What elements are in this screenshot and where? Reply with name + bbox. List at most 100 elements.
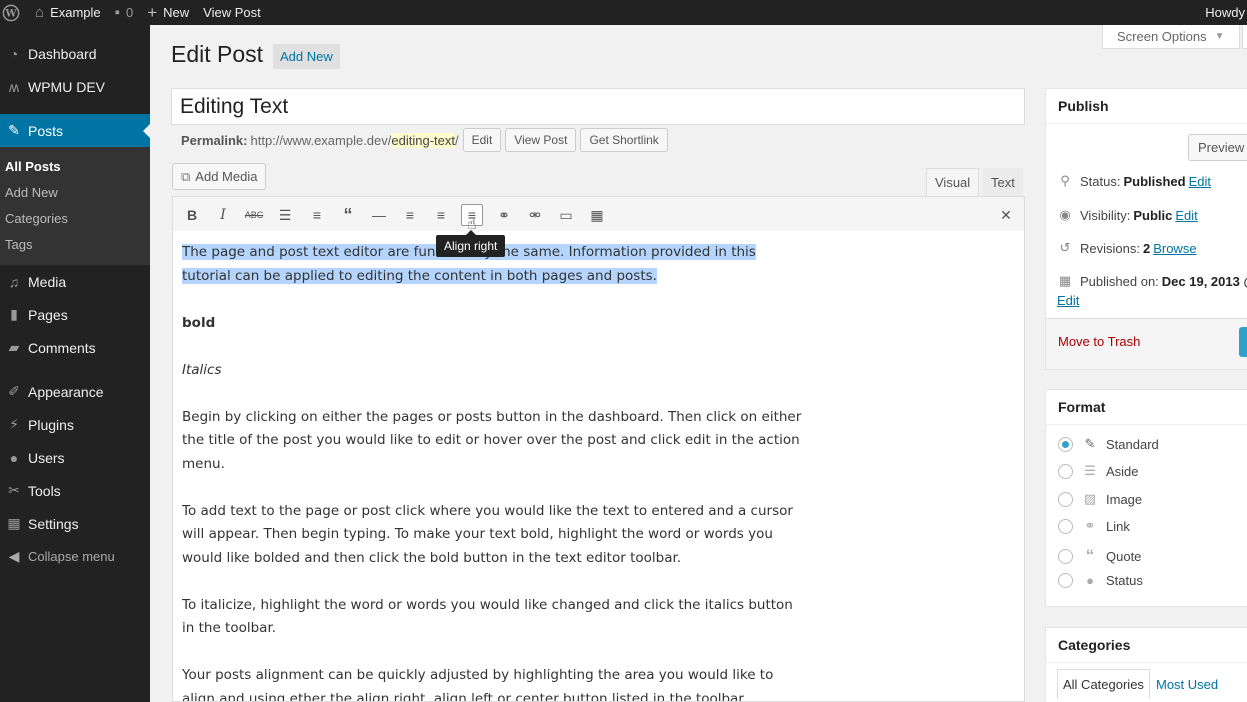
align-left-icon[interactable]: ≡ [399, 204, 421, 226]
visibility-value: Public [1133, 207, 1173, 223]
pushpin-icon: ✎ [8, 122, 20, 138]
bulleted-list-icon[interactable]: ☰ [274, 204, 296, 226]
pages-icon: ▮ [10, 306, 18, 322]
menu-media[interactable]: ♫ Media [0, 265, 150, 298]
menu-label: Appearance [28, 383, 104, 400]
permalink-slug[interactable]: editing-text [391, 132, 455, 148]
tab-visual[interactable]: Visual [926, 168, 980, 196]
edit-visibility-link[interactable]: Edit [1175, 208, 1197, 223]
menu-label: Tools [28, 482, 61, 499]
strikethrough-icon[interactable]: ABC [243, 204, 265, 226]
menu-label: Collapse menu [28, 549, 115, 564]
menu-plugins[interactable]: ⚡ Plugins [0, 408, 150, 441]
paragraph[interactable]: To add text to the page or post click wh… [182, 500, 802, 571]
view-post-link[interactable]: View Post [196, 0, 268, 25]
fullscreen-icon[interactable]: ✕ [995, 204, 1017, 226]
help-tab[interactable] [1242, 25, 1247, 49]
add-media-label: Add Media [195, 169, 258, 184]
menu-dashboard[interactable]: ◔ Dashboard [0, 37, 150, 70]
new-content-menu[interactable]: + New [140, 0, 196, 25]
menu-tools[interactable]: ✂ Tools [0, 474, 150, 507]
menu-users[interactable]: ● Users [0, 441, 150, 474]
radio-button[interactable] [1058, 463, 1073, 479]
collapse-arrow-icon: ◀ [8, 548, 20, 564]
howdy-account-menu[interactable]: Howdy [1198, 0, 1247, 25]
edit-date-link[interactable]: Edit [1057, 293, 1079, 308]
format-label: Quote [1106, 548, 1142, 564]
format-label: Status [1106, 573, 1143, 588]
menu-appearance[interactable]: ✐ Appearance [0, 375, 150, 408]
add-new-button[interactable]: Add New [273, 44, 340, 69]
insert-link-icon[interactable]: ⚭ [493, 204, 515, 226]
italic-icon[interactable]: I [212, 204, 234, 226]
tab-most-used[interactable]: Most Used [1156, 669, 1218, 699]
add-media-button[interactable]: ⧉ Add Media [172, 163, 267, 190]
menu-comments[interactable]: ▰ Comments [0, 331, 150, 364]
menu-label: Pages [28, 306, 68, 323]
comments-link[interactable]: ▪ 0 [108, 0, 141, 25]
pin-icon: ⚲ [1060, 173, 1070, 188]
bold-icon[interactable]: B [181, 204, 203, 226]
menu-pages[interactable]: ▮ Pages [0, 298, 150, 331]
editor-content[interactable]: The page and post text editor are functi… [182, 241, 802, 701]
paragraph[interactable]: Begin by clicking on either the pages or… [182, 406, 802, 477]
media-icon: ♫ [8, 273, 20, 290]
format-option-quote[interactable]: “ Quote [1058, 546, 1141, 566]
admin-bar: W ⌂ Example ▪ 0 + New View Post Howdy [0, 0, 1247, 25]
collapse-menu[interactable]: ◀ Collapse menu [0, 540, 150, 573]
format-option-status[interactable]: ● Status [1058, 573, 1143, 588]
menu-posts[interactable]: ✎ Posts [0, 114, 150, 147]
align-center-icon[interactable]: ≡ [430, 204, 452, 226]
get-shortlink-button[interactable]: Get Shortlink [580, 128, 668, 152]
menu-wpmudev[interactable]: ʍ WPMU DEV [0, 70, 150, 103]
submenu-categories[interactable]: Categories [0, 205, 150, 231]
status-row: ⚲ Status: Published Edit [1057, 173, 1211, 189]
radio-button[interactable] [1058, 436, 1073, 452]
menu-settings[interactable]: ▦ Settings [0, 507, 150, 540]
home-icon: ⌂ [35, 4, 45, 21]
eye-icon: ◉ [1059, 207, 1071, 222]
edit-status-link[interactable]: Edit [1189, 174, 1211, 189]
screen-options-button[interactable]: Screen Options ▼ [1102, 25, 1240, 49]
view-post-button[interactable]: View Post [505, 128, 577, 152]
bold-text[interactable]: bold [182, 315, 215, 331]
menu-label: Posts [28, 122, 64, 139]
post-title-input[interactable]: Editing Text [171, 88, 1025, 125]
read-more-icon[interactable]: ▭ [555, 204, 577, 226]
format-option-standard[interactable]: ✎ Standard [1058, 436, 1159, 452]
categories-title: Categories [1046, 628, 1247, 663]
paragraph[interactable]: Your posts alignment can be quickly adju… [182, 664, 802, 701]
submenu-all-posts[interactable]: All Posts [0, 153, 150, 179]
howdy-label: Howdy [1205, 5, 1245, 20]
format-option-link[interactable]: ⚭ Link [1058, 518, 1130, 534]
italic-text[interactable]: Italics [182, 362, 222, 378]
paragraph[interactable]: To italicize, highlight the word or word… [182, 594, 802, 641]
blockquote-icon[interactable]: “ [337, 204, 359, 226]
move-to-trash-link[interactable]: Move to Trash [1058, 334, 1140, 349]
radio-button[interactable] [1058, 518, 1073, 534]
tab-text[interactable]: Text [983, 168, 1023, 196]
horizontal-line-icon[interactable]: — [368, 204, 390, 226]
menu-label: WPMU DEV [28, 78, 105, 95]
preview-button[interactable]: Preview [1188, 134, 1247, 161]
unlink-icon[interactable]: ⚮ [524, 204, 546, 226]
radio-button[interactable] [1058, 573, 1073, 588]
radio-button[interactable] [1058, 491, 1073, 507]
format-option-aside[interactable]: ☰ Aside [1058, 463, 1139, 479]
wordpress-logo-menu[interactable]: W [0, 0, 28, 25]
numbered-list-icon[interactable]: ≡ [306, 204, 328, 226]
editor-content-area[interactable]: The page and post text editor are functi… [172, 231, 1025, 702]
submenu-tags[interactable]: Tags [0, 231, 150, 257]
permalink-base: http://www.example.dev/ [250, 132, 392, 148]
tab-all-categories[interactable]: All Categories [1057, 669, 1150, 699]
format-option-image[interactable]: ▨ Image [1058, 491, 1142, 507]
update-button[interactable] [1239, 327, 1247, 357]
browse-revisions-link[interactable]: Browse [1153, 241, 1196, 256]
edit-permalink-button[interactable]: Edit [462, 128, 502, 152]
radio-button[interactable] [1058, 548, 1073, 564]
site-name-link[interactable]: ⌂ Example [28, 0, 108, 25]
submenu-add-new[interactable]: Add New [0, 179, 150, 205]
toolbar-toggle-icon[interactable]: ▦ [586, 204, 608, 226]
pushpin-icon: ✎ [1084, 436, 1096, 451]
published-on-label: Published on: [1080, 273, 1159, 289]
